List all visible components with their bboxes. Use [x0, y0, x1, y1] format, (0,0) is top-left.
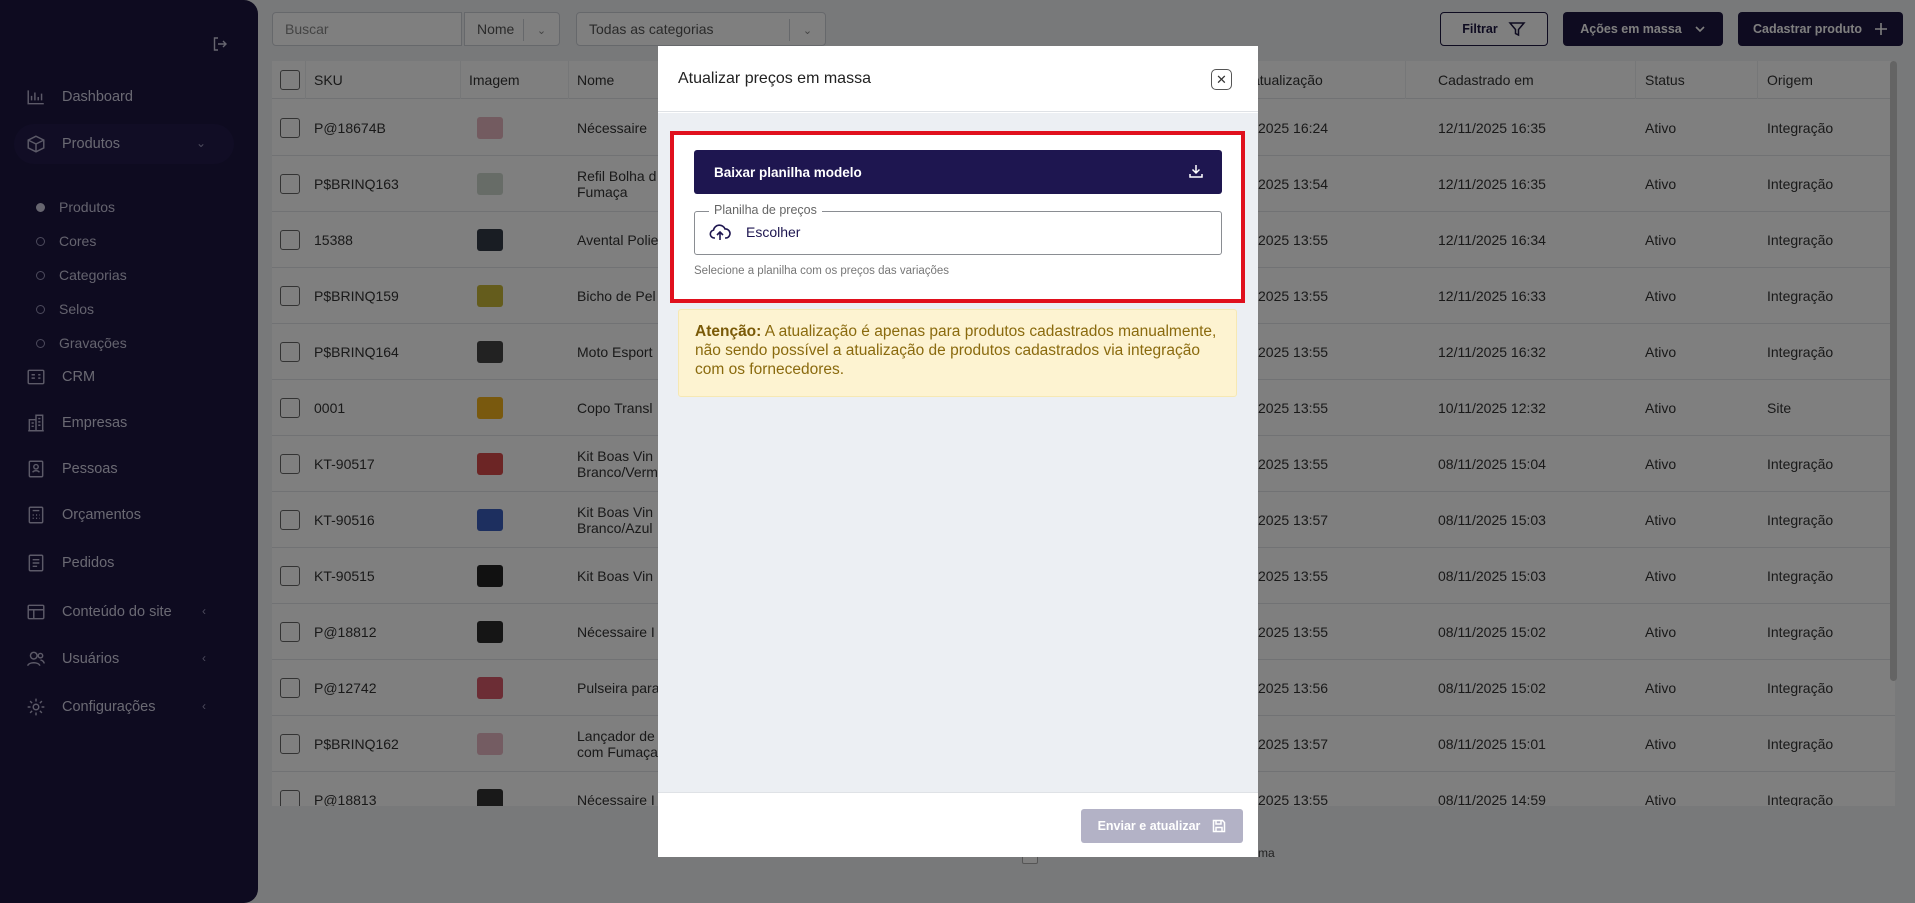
- cloud-upload-icon: [709, 224, 731, 240]
- file-helper-text: Selecione a planilha com os preços das v…: [694, 265, 950, 277]
- warning-alert: Atenção: A atualização é apenas para pro…: [678, 309, 1237, 397]
- modal-title: Atualizar preços em massa: [678, 69, 871, 87]
- bulk-price-modal: Atualizar preços em massa ✕ Baixar plani…: [658, 46, 1258, 857]
- alert-strong: Atenção:: [695, 323, 762, 340]
- price-sheet-file-field[interactable]: Planilha de preços Escolher: [694, 203, 1222, 255]
- submit-update-label: Enviar e atualizar: [1097, 819, 1201, 833]
- modal-header: Atualizar preços em massa ✕: [658, 46, 1258, 112]
- modal-footer: Enviar e atualizar: [658, 792, 1258, 857]
- highlighted-upload-section: Baixar planilha modelo Planilha de preço…: [670, 131, 1245, 303]
- file-field-legend: Planilha de preços: [709, 203, 822, 217]
- submit-update-button[interactable]: Enviar e atualizar: [1081, 809, 1243, 843]
- save-icon: [1213, 819, 1226, 833]
- modal-body: Baixar planilha modelo Planilha de preço…: [658, 113, 1258, 792]
- choose-file-button[interactable]: Escolher: [746, 224, 800, 240]
- download-icon: [1189, 165, 1203, 178]
- alert-text: A atualização é apenas para produtos cad…: [695, 323, 1217, 378]
- close-icon[interactable]: ✕: [1211, 69, 1232, 90]
- download-template-label: Baixar planilha modelo: [714, 164, 862, 180]
- download-template-button[interactable]: Baixar planilha modelo: [694, 150, 1222, 194]
